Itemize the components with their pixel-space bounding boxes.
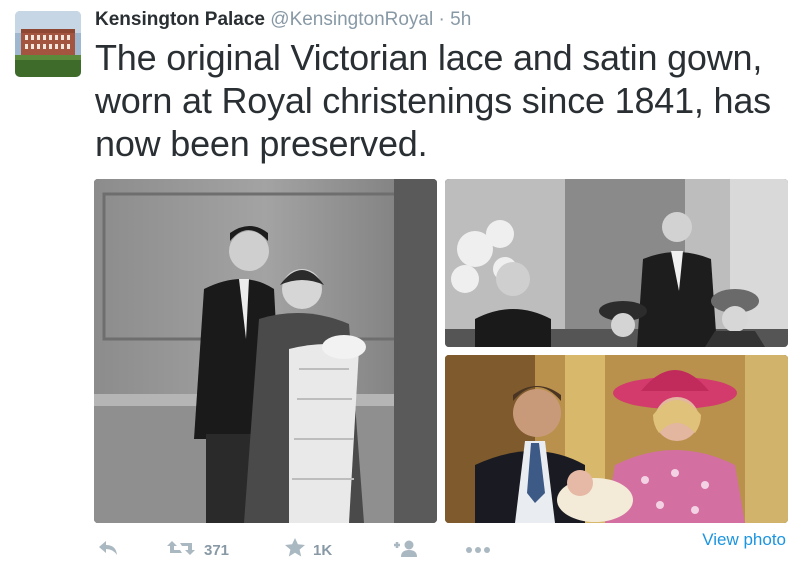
reply-button[interactable] [97, 535, 119, 565]
star-icon [285, 538, 305, 562]
user-handle[interactable]: @KensingtonRoyal [270, 9, 433, 30]
christening-photo-couple[interactable] [94, 179, 437, 523]
more-button[interactable] [465, 535, 491, 565]
retweet-count: 371 [204, 541, 230, 559]
follow-button[interactable] [392, 535, 418, 565]
view-photo-link[interactable]: View photo [702, 530, 786, 550]
retweet-button[interactable]: 371 [166, 535, 229, 565]
separator-dot: · [438, 9, 445, 30]
christening-photo-charles-diana[interactable] [445, 355, 788, 523]
display-name[interactable]: Kensington Palace [95, 9, 265, 30]
avatar[interactable] [15, 11, 81, 77]
christening-photo-group[interactable] [445, 179, 788, 347]
avatar-image [15, 11, 81, 77]
more-icon [465, 541, 491, 559]
retweet-icon [166, 539, 196, 562]
follow-icon [392, 539, 418, 562]
favorite-button[interactable]: 1K [285, 535, 332, 565]
tweet-actions: 371 1K [95, 535, 490, 565]
reply-icon [97, 539, 119, 562]
tweet-header: Kensington Palace @KensingtonRoyal · 5h [95, 8, 471, 32]
timestamp[interactable]: 5h [450, 9, 471, 30]
favorite-count: 1K [313, 541, 333, 559]
tweet-text: The original Victorian lace and satin go… [95, 37, 771, 164]
